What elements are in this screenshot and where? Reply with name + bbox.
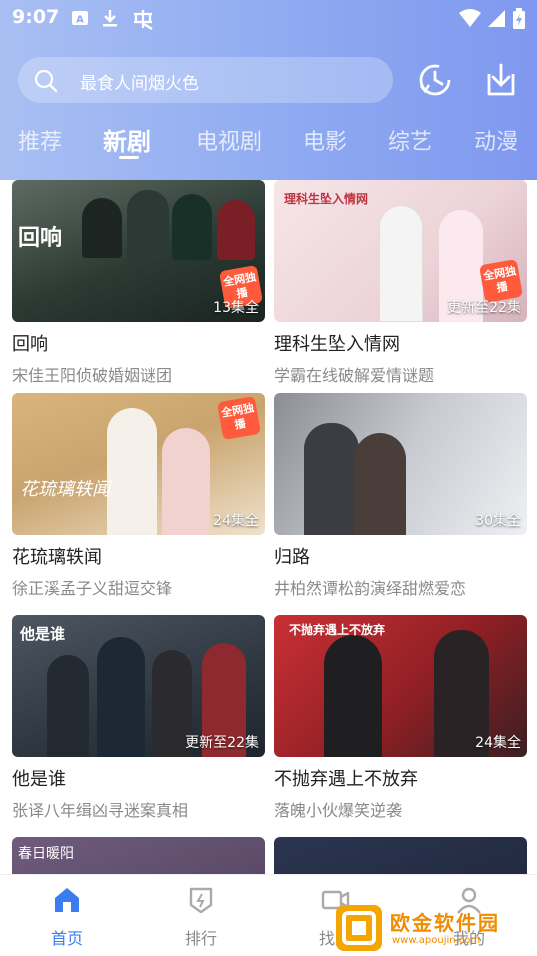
poster[interactable]: 30集全: [274, 393, 527, 535]
nav-ranking[interactable]: 排行: [161, 885, 241, 949]
bug-icon: [130, 8, 156, 30]
drama-card[interactable]: [274, 837, 527, 874]
poster[interactable]: 他是谁 更新至22集: [12, 615, 265, 757]
drama-card[interactable]: 回响 全网独播 13集全 回响 宋佳王阳侦破婚姻谜团: [12, 180, 265, 386]
history-icon[interactable]: [415, 60, 455, 100]
card-description: 徐正溪孟子义甜逗交锋: [12, 579, 173, 598]
poster-title: 花琉璃轶闻: [20, 479, 110, 500]
drama-card[interactable]: 花琉璃轶闻 全网独播 24集全 花琉璃轶闻 徐正溪孟子义甜逗交锋: [12, 393, 265, 599]
status-bar: 9:07 A: [0, 0, 537, 38]
episode-badge: 24集全: [213, 513, 259, 529]
card-title[interactable]: 回响: [12, 330, 265, 356]
nav-label: 排行: [184, 929, 217, 948]
poster[interactable]: 春日暖阳: [12, 837, 265, 874]
tab-movie[interactable]: 电影: [303, 124, 347, 156]
card-title[interactable]: 理科生坠入情网: [274, 330, 527, 356]
signal-icon: [486, 8, 506, 28]
header: 9:07 A 最食人间烟火色 推荐 新剧 电视剧 电影 综艺 动漫: [0, 0, 537, 180]
poster[interactable]: 回响 全网独播 13集全: [12, 180, 265, 322]
watermark-url: www.apoujin.com: [392, 935, 481, 946]
card-title[interactable]: 花琉璃轶闻: [12, 543, 265, 569]
download-icon[interactable]: [481, 60, 521, 100]
keyboard-icon: A: [70, 8, 90, 28]
drama-grid: 回响 全网独播 13集全 回响 宋佳王阳侦破婚姻谜团 理科生坠入情网 全网独播 …: [0, 180, 537, 874]
watermark-logo: [336, 905, 382, 951]
tab-new-drama[interactable]: 新剧: [103, 122, 151, 157]
download-status-icon: [100, 8, 120, 28]
category-tabs: 推荐 新剧 电视剧 电影 综艺 动漫: [0, 118, 537, 168]
watermark: 欧金软件园 www.apoujin.com: [336, 905, 531, 951]
drama-card[interactable]: 他是谁 更新至22集 他是谁 张译八年缉凶寻迷案真相: [12, 615, 265, 821]
battery-icon: [512, 8, 526, 29]
poster[interactable]: 理科生坠入情网 全网独播 更新至22集: [274, 180, 527, 322]
wifi-icon: [458, 8, 482, 28]
tab-anime[interactable]: 动漫: [474, 124, 518, 156]
poster-title: 不抛弃遇上不放弃: [289, 623, 386, 637]
drama-card[interactable]: 30集全 归路 井柏然谭松韵演绎甜燃爱恋: [274, 393, 527, 599]
episode-badge: 13集全: [213, 300, 259, 316]
drama-card[interactable]: 不抛弃遇上不放弃 24集全 不抛弃遇上不放弃 落魄小伙爆笑逆袭: [274, 615, 527, 821]
card-description: 落魄小伙爆笑逆袭: [274, 801, 403, 820]
tab-tv-series[interactable]: 电视剧: [196, 124, 262, 156]
nav-label: 首页: [50, 929, 83, 948]
exclusive-badge: 全网独播: [216, 395, 262, 441]
episode-badge: 更新至22集: [185, 735, 259, 751]
poster[interactable]: 花琉璃轶闻 全网独播 24集全: [12, 393, 265, 535]
poster-title: 他是谁: [20, 625, 66, 643]
tab-recommend[interactable]: 推荐: [18, 124, 62, 156]
card-title[interactable]: 归路: [274, 543, 527, 569]
tab-variety[interactable]: 综艺: [388, 124, 432, 156]
svg-text:A: A: [76, 15, 84, 26]
card-description: 井柏然谭松韵演绎甜燃爱恋: [274, 579, 467, 598]
poster-title: 回响: [18, 226, 63, 251]
episode-badge: 24集全: [475, 735, 521, 751]
card-description: 宋佳王阳侦破婚姻谜团: [12, 366, 173, 385]
search-placeholder: 最食人间烟火色: [80, 74, 199, 94]
card-description: 张译八年缉凶寻迷案真相: [12, 801, 189, 820]
card-title[interactable]: 他是谁: [12, 765, 265, 791]
drama-card[interactable]: 理科生坠入情网 全网独播 更新至22集 理科生坠入情网 学霸在线破解爱情谜题: [274, 180, 527, 386]
poster-title: 春日暖阳: [18, 846, 74, 862]
status-time: 9:07: [12, 6, 60, 28]
nav-home[interactable]: 首页: [27, 885, 107, 949]
home-icon: [52, 885, 82, 915]
app: 9:07 A 最食人间烟火色 推荐 新剧 电视剧 电影 综艺 动漫 回响 全网独…: [0, 0, 537, 956]
poster[interactable]: [274, 837, 527, 874]
card-description: 学霸在线破解爱情谜题: [274, 366, 435, 385]
episode-badge: 更新至22集: [447, 300, 521, 316]
drama-card[interactable]: 春日暖阳: [12, 837, 265, 874]
card-title[interactable]: 不抛弃遇上不放弃: [274, 765, 527, 791]
search-bar[interactable]: 最食人间烟火色: [18, 57, 393, 103]
episode-badge: 30集全: [475, 513, 521, 529]
poster[interactable]: 不抛弃遇上不放弃 24集全: [274, 615, 527, 757]
ranking-icon: [186, 885, 216, 915]
active-tab-indicator: [119, 156, 139, 159]
search-icon: [34, 69, 58, 93]
poster-title: 理科生坠入情网: [284, 192, 369, 206]
watermark-text: 欧金软件园: [390, 911, 500, 935]
